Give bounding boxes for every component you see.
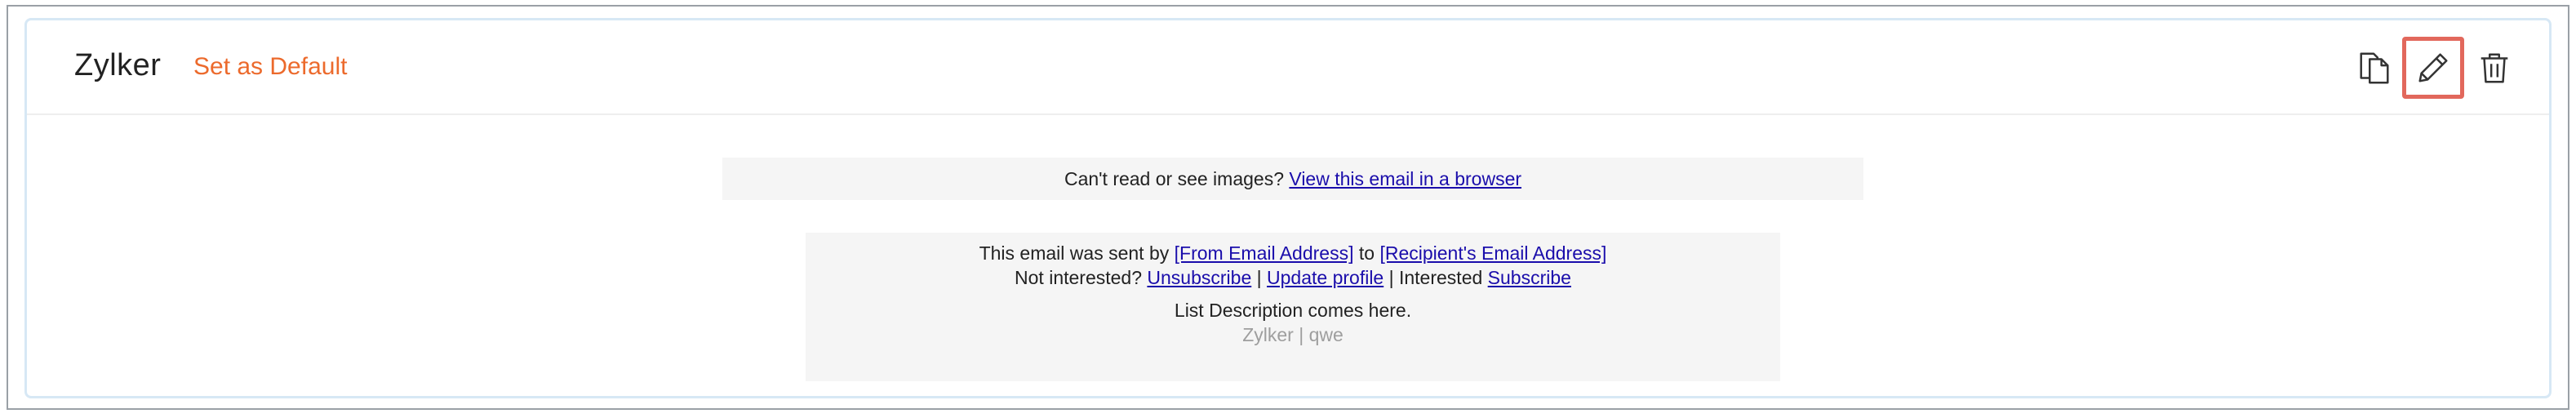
recipient-address-link[interactable]: [Recipient's Email Address]	[1379, 242, 1606, 264]
not-interested-text: Not interested?	[1015, 267, 1143, 288]
update-profile-link[interactable]: Update profile	[1267, 267, 1383, 288]
subscription-line: Not interested? Unsubscribe | Update pro…	[806, 267, 1780, 289]
view-in-browser-bar: Can't read or see images? View this emai…	[722, 158, 1863, 200]
sent-by-text: This email was sent by	[979, 242, 1170, 264]
copy-icon	[2360, 52, 2389, 84]
card-header: Zylker Set as Default	[27, 20, 2549, 115]
list-description: List Description comes here.	[1174, 300, 1412, 321]
trash-icon	[2481, 53, 2508, 83]
view-in-browser-link[interactable]: View this email in a browser	[1289, 168, 1521, 189]
pencil-icon	[2418, 53, 2448, 82]
interested-text: Interested	[1398, 267, 1483, 288]
copy-button[interactable]	[2343, 37, 2405, 99]
unsubscribe-link[interactable]: Unsubscribe	[1147, 267, 1251, 288]
edit-button[interactable]	[2402, 37, 2464, 99]
email-preview: Can't read or see images? View this emai…	[27, 115, 2549, 396]
separator: |	[1256, 267, 1262, 288]
window-frame: Zylker Set as Default Can't read or see …	[7, 5, 2569, 410]
email-footer: This email was sent by [From Email Addre…	[806, 233, 1780, 381]
template-card: Zylker Set as Default Can't read or see …	[24, 18, 2552, 398]
page-title: Zylker	[74, 48, 162, 82]
subscribe-link[interactable]: Subscribe	[1488, 267, 1571, 288]
to-text: to	[1358, 242, 1375, 264]
action-toolbar	[2337, 20, 2549, 115]
delete-button[interactable]	[2463, 37, 2525, 99]
from-address-link[interactable]: [From Email Address]	[1175, 242, 1354, 264]
set-as-default-link[interactable]: Set as Default	[193, 53, 347, 81]
separator: |	[1388, 267, 1394, 288]
sent-by-line: This email was sent by [From Email Addre…	[806, 242, 1780, 265]
organization-line: Zylker | qwe	[1242, 324, 1344, 345]
view-bar-text: Can't read or see images?	[1064, 168, 1284, 189]
